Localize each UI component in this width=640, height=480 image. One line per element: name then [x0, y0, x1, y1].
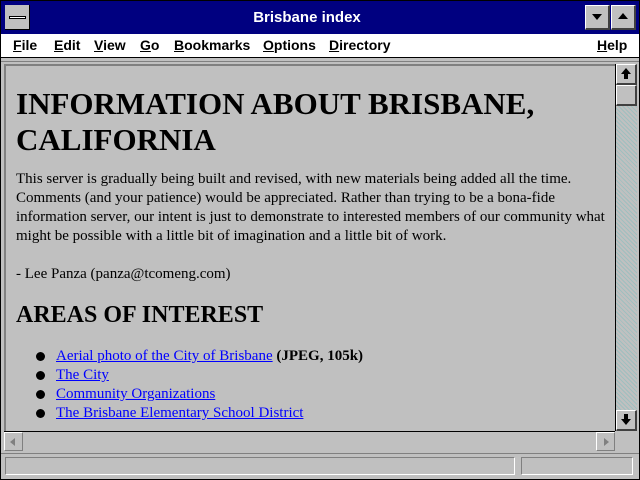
arrow-left-icon [10, 438, 15, 446]
menu-bar: File Edit View Go Bookmarks Options Dire… [1, 34, 639, 58]
window-title: Brisbane index [253, 9, 361, 26]
bullet-icon [36, 390, 45, 399]
document-body: INFORMATION ABOUT BRISBANE, CALIFORNIA T… [16, 66, 611, 423]
menu-directory[interactable]: Directory [329, 37, 390, 53]
minimize-icon [592, 14, 602, 20]
scroll-right-button[interactable] [596, 432, 615, 451]
menu-file[interactable]: File [13, 37, 37, 53]
scrollbar-corner [615, 431, 637, 451]
menu-options[interactable]: Options [263, 37, 316, 53]
link-elementary-school-district[interactable]: The Brisbane Elementary School District [56, 405, 303, 421]
arrow-right-icon [604, 438, 609, 446]
arrow-down-icon [621, 414, 631, 425]
menu-bookmarks[interactable]: Bookmarks [174, 37, 250, 53]
vertical-scrollbar[interactable] [615, 64, 637, 431]
section-heading: AREAS OF INTEREST [16, 302, 264, 328]
link-community-organizations[interactable]: Community Organizations [56, 386, 215, 402]
system-menu-icon[interactable] [5, 5, 30, 30]
author-signature: - Lee Panza (panza@tcomeng.com) [16, 266, 231, 282]
link-the-city[interactable]: The City [56, 367, 109, 383]
horizontal-scrollbar[interactable] [4, 431, 615, 451]
minimize-button[interactable] [585, 5, 610, 30]
scroll-up-button[interactable] [616, 64, 637, 85]
list-item: Community Organizations [36, 385, 611, 404]
progress-indicator [521, 457, 633, 475]
link-note: (JPEG, 105k) [272, 348, 364, 364]
browser-window: Brisbane index File Edit View Go Bookmar… [0, 0, 640, 480]
menu-view[interactable]: View [94, 37, 126, 53]
maximize-button[interactable] [611, 5, 636, 30]
vertical-scroll-thumb[interactable] [616, 85, 637, 106]
status-message [5, 457, 515, 475]
bullet-icon [36, 352, 45, 361]
status-bar [1, 453, 639, 479]
menu-edit[interactable]: Edit [54, 37, 80, 53]
scroll-down-button[interactable] [616, 410, 637, 431]
toolbar-separator [1, 58, 639, 62]
bullet-icon [36, 409, 45, 418]
system-menu-bar-glyph [9, 16, 26, 19]
menu-go[interactable]: Go [140, 37, 159, 53]
title-bar[interactable]: Brisbane index [1, 1, 639, 34]
document-view[interactable]: INFORMATION ABOUT BRISBANE, CALIFORNIA T… [4, 64, 615, 431]
menu-help[interactable]: Help [597, 37, 627, 53]
scroll-left-button[interactable] [4, 432, 23, 451]
interest-list: Aerial photo of the City of Brisbane (JP… [16, 347, 611, 423]
link-aerial-photo[interactable]: Aerial photo of the City of Brisbane [56, 348, 273, 364]
bullet-icon [36, 371, 45, 380]
page-heading: INFORMATION ABOUT BRISBANE, CALIFORNIA [16, 86, 535, 157]
list-item: The City [36, 366, 611, 385]
maximize-icon [618, 13, 628, 19]
arrow-up-icon [621, 68, 631, 79]
list-item: Aerial photo of the City of Brisbane (JP… [36, 347, 611, 366]
intro-paragraph: This server is gradually being built and… [16, 171, 605, 244]
list-item: The Brisbane Elementary School District [36, 404, 611, 423]
